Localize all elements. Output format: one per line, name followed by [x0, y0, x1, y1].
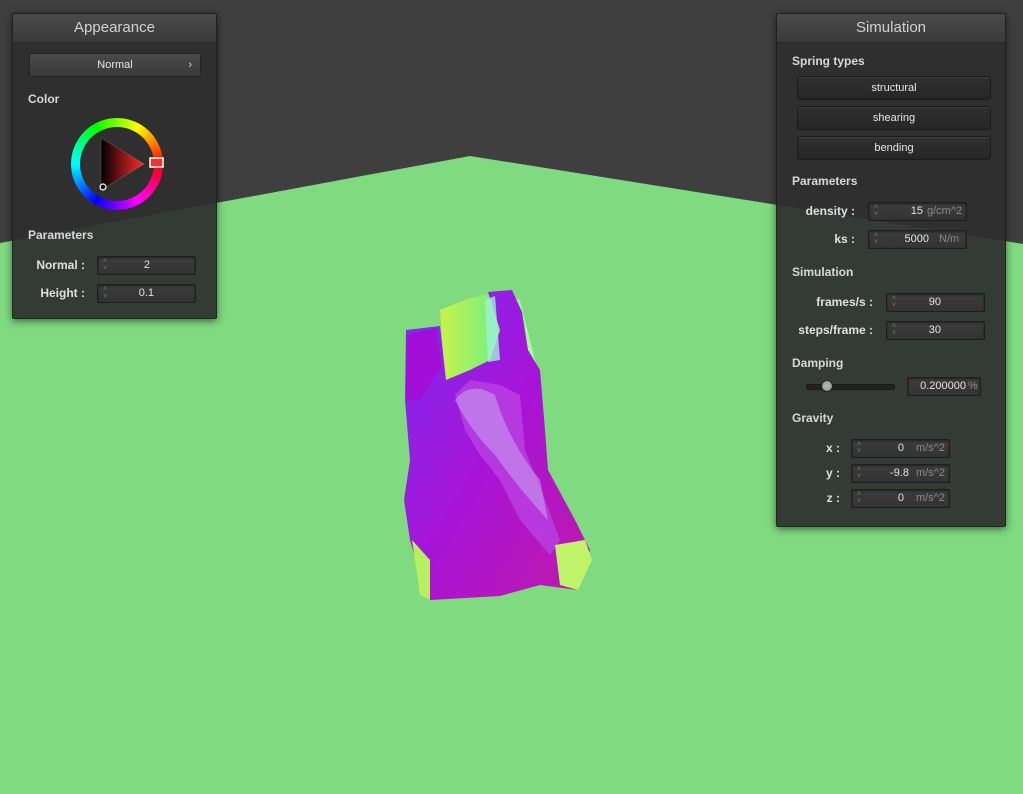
ks-value: 5000: [904, 233, 929, 245]
height-input[interactable]: ˄ ˅ 0.1: [97, 284, 196, 303]
normal-value: 2: [143, 259, 150, 271]
gravity-y-unit: m/s^2: [916, 467, 945, 479]
normal-label: Normal :: [36, 258, 85, 272]
appearance-panel-title: Appearance: [13, 14, 216, 43]
height-value: 0.1: [138, 287, 154, 299]
appearance-panel: Appearance Normal › Color Parameters Nor…: [12, 13, 217, 319]
spinner-icon[interactable]: ˄ ˅: [874, 204, 881, 218]
shader-select[interactable]: Normal ›: [29, 53, 201, 77]
gravity-z-value: 0: [897, 492, 904, 504]
simulation-section-label: Simulation: [792, 265, 854, 279]
density-unit: g/cm^2: [927, 205, 963, 217]
spinner-icon[interactable]: ˄ ˅: [103, 286, 110, 300]
shearing-button[interactable]: shearing: [797, 106, 991, 130]
gravity-x-input[interactable]: ˄ ˅ 0 m/s^2: [851, 439, 950, 458]
gravity-y-value: -9.8: [890, 467, 909, 479]
density-value: 15: [910, 205, 923, 217]
frames-per-second-input[interactable]: ˄ ˅ 90: [886, 293, 985, 312]
parameters-label: Parameters: [792, 174, 858, 188]
color-section-label: Color: [28, 92, 60, 106]
damping-unit: %: [968, 380, 978, 392]
appearance-parameters-label: Parameters: [28, 228, 94, 242]
density-input[interactable]: ˄ ˅ 15 g/cm^2: [868, 202, 967, 221]
gravity-y-label: y :: [825, 466, 840, 480]
gravity-z-label: z :: [826, 491, 840, 505]
gravity-label: Gravity: [792, 411, 834, 425]
damping-slider-thumb[interactable]: [821, 380, 833, 392]
bending-button[interactable]: bending: [797, 136, 991, 160]
steps-per-frame-input[interactable]: ˄ ˅ 30: [886, 321, 985, 340]
structural-button[interactable]: structural: [797, 76, 991, 100]
chevron-right-icon: ›: [188, 59, 192, 71]
height-label: Height :: [40, 286, 85, 300]
gravity-z-unit: m/s^2: [916, 492, 945, 504]
steps-per-frame-label: steps/frame :: [798, 323, 873, 337]
damping-slider[interactable]: [806, 380, 895, 392]
color-wheel[interactable]: [69, 116, 165, 212]
spinner-icon[interactable]: ˄ ˅: [857, 441, 864, 455]
damping-label: Damping: [792, 356, 844, 370]
gravity-x-label: x :: [825, 441, 840, 455]
frames-per-second-label: frames/s :: [816, 295, 873, 309]
ks-label: ks :: [834, 232, 855, 246]
simulation-panel-title: Simulation: [777, 14, 1005, 43]
spinner-icon[interactable]: ˄ ˅: [857, 491, 864, 505]
normal-input[interactable]: ˄ ˅ 2: [97, 256, 196, 275]
steps-per-frame-value: 30: [928, 324, 941, 336]
density-label: density :: [805, 204, 855, 218]
gravity-y-input[interactable]: ˄ ˅ -9.8 m/s^2: [851, 464, 950, 483]
gravity-x-value: 0: [897, 442, 904, 454]
spinner-icon[interactable]: ˄ ˅: [892, 295, 899, 309]
spinner-icon[interactable]: ˄ ˅: [892, 323, 899, 337]
spinner-icon[interactable]: ˄ ˅: [857, 466, 864, 480]
spinner-icon[interactable]: ˄ ˅: [874, 232, 881, 246]
damping-slider-track: [806, 384, 895, 390]
gravity-x-unit: m/s^2: [916, 442, 945, 454]
spring-types-label: Spring types: [792, 54, 865, 68]
shader-select-label: Normal: [97, 59, 133, 71]
damping-input[interactable]: 0.200000 %: [907, 377, 981, 396]
damping-value: 0.200000: [920, 380, 966, 392]
ks-unit: N/m: [939, 233, 960, 245]
simulation-panel: Simulation Spring types structural shear…: [776, 13, 1006, 527]
ks-input[interactable]: ˄ ˅ 5000 N/m: [868, 230, 967, 249]
frames-per-second-value: 90: [928, 296, 941, 308]
gravity-z-input[interactable]: ˄ ˅ 0 m/s^2: [851, 489, 950, 508]
spinner-icon[interactable]: ˄ ˅: [103, 258, 110, 272]
